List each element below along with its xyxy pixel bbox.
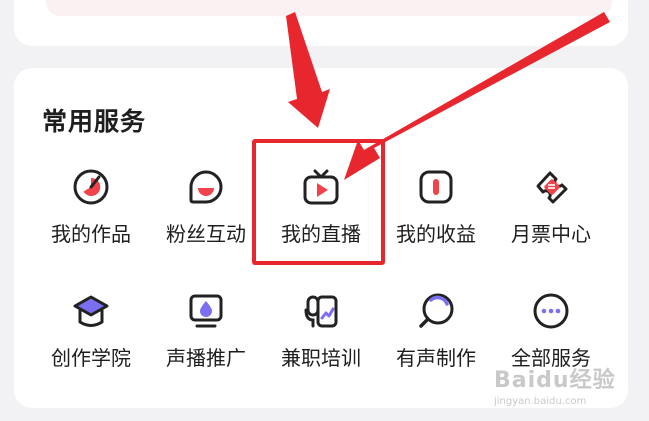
monthly-ticket-icon [536, 171, 568, 204]
live-tv-icon [303, 169, 339, 205]
service-audio-production[interactable]: 有声制作 [381, 292, 491, 392]
service-label: 兼职培训 [281, 346, 361, 370]
service-label: 我的直播 [281, 222, 361, 246]
audio-production-icon [419, 293, 454, 328]
service-label: 我的收益 [396, 222, 476, 246]
service-voice-promotion[interactable]: 声播推广 [151, 292, 261, 392]
previous-card [14, 0, 628, 46]
fans-chat-icon [189, 170, 223, 204]
promotion-icon [189, 294, 223, 328]
service-my-earnings[interactable]: 我的收益 [381, 168, 491, 268]
service-part-time-training[interactable]: 兼职培训 [266, 292, 376, 392]
section-title: 常用服务 [42, 107, 147, 136]
service-label: 有声制作 [396, 346, 476, 370]
service-label: 粉丝互动 [166, 222, 246, 246]
training-icon [304, 295, 338, 328]
service-fan-interaction[interactable]: 粉丝互动 [151, 168, 261, 268]
service-label: 创作学院 [51, 346, 131, 370]
service-my-works[interactable]: 我的作品 [36, 168, 146, 268]
service-creation-academy[interactable]: 创作学院 [36, 292, 146, 392]
service-label: 声播推广 [166, 346, 246, 370]
service-label: 我的作品 [51, 222, 131, 246]
service-label: 全部服务 [511, 346, 591, 370]
service-label: 月票中心 [511, 222, 591, 246]
previous-card-banner [46, 0, 612, 16]
more-dots-icon [533, 293, 569, 329]
service-my-live[interactable]: 我的直播 [266, 168, 376, 268]
earnings-icon [419, 170, 453, 204]
works-icon [73, 169, 109, 205]
service-all-services[interactable]: 全部服务 [496, 292, 606, 392]
academy-cap-icon [73, 295, 109, 327]
service-monthly-ticket-center[interactable]: 月票中心 [496, 168, 606, 268]
